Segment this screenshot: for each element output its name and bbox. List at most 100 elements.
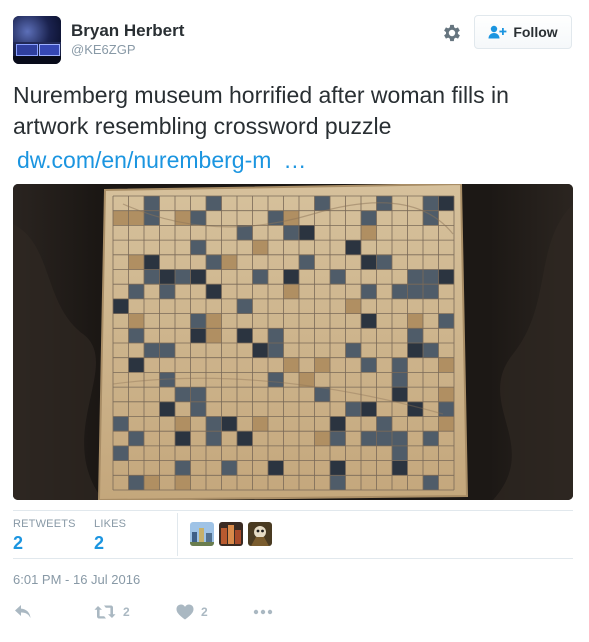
crossword-stain (221, 254, 237, 270)
avatar[interactable] (13, 16, 61, 64)
crossword-black-square (144, 269, 160, 285)
crossword-black-square (392, 387, 408, 402)
crossword-stain (438, 387, 454, 402)
crossword-black-square (206, 431, 222, 446)
crossword-black-square (237, 328, 253, 343)
follow-button[interactable]: Follow (474, 15, 572, 49)
crossword-black-square (330, 431, 346, 446)
display-name[interactable]: Bryan Herbert (71, 21, 184, 41)
tweet-link[interactable]: dw.com/en/nuremberg-m … (17, 145, 307, 176)
crossword-black-square (144, 254, 160, 270)
like-button[interactable]: 2 (176, 601, 208, 623)
crossword-stain (128, 210, 144, 226)
crossword-black-square (206, 416, 222, 432)
crossword-black-square (221, 416, 237, 432)
crossword-black-square (423, 269, 439, 285)
liker-avatar-1[interactable] (190, 522, 214, 546)
tweet-link-ellipsis: … (283, 147, 308, 173)
crossword-black-square (283, 225, 299, 241)
crossword-black-square (361, 431, 377, 446)
avatar-sign-left (16, 44, 38, 56)
crossword-black-square (128, 431, 144, 446)
crossword-black-square (376, 254, 392, 270)
retweet-icon (94, 605, 116, 619)
crossword-stain (314, 431, 330, 446)
more-button[interactable] (253, 601, 273, 623)
crossword-stain (128, 313, 144, 329)
crossword-black-square (175, 387, 191, 402)
crossword-black-square (175, 431, 191, 446)
retweets-label: RETWEETS (13, 518, 76, 530)
crossword-black-square (361, 210, 377, 226)
crossword-black-square (190, 269, 206, 285)
crossword-black-square (330, 460, 346, 476)
reply-icon (15, 605, 31, 618)
liker-avatar-2[interactable] (219, 522, 243, 546)
crossword-stain (175, 416, 191, 432)
crossword-stain (206, 328, 222, 343)
crossword-black-square (206, 284, 222, 299)
crossword-stain (314, 357, 330, 373)
crossword-black-square (283, 269, 299, 285)
crossword-black-square (423, 343, 439, 358)
crossword-black-square (113, 298, 129, 314)
crossword-black-square (423, 475, 439, 490)
crossword-black-square (345, 401, 361, 417)
avatar-sign-right (39, 44, 60, 56)
crossword-stain (206, 313, 222, 329)
crossword-black-square (376, 416, 392, 432)
crossword-black-square (392, 431, 408, 446)
more-dots-icon (253, 609, 273, 615)
user-handle[interactable]: @KE6ZGP (71, 42, 136, 57)
crossword-black-square (392, 460, 408, 476)
crossword-stain (113, 210, 129, 226)
crossword-black-square (268, 460, 284, 476)
liker-avatar-3[interactable] (248, 522, 272, 546)
crossword-black-square (361, 357, 377, 373)
heart-icon (176, 604, 194, 620)
crossword-black-square (159, 284, 175, 299)
stats-bottom-divider (13, 558, 573, 559)
tweet-text: Nuremberg museum horrified after woman f… (13, 82, 509, 139)
crossword-black-square (376, 431, 392, 446)
crossword-black-square (268, 343, 284, 358)
crossword-stain (438, 357, 454, 373)
likes-count[interactable]: 2 (94, 533, 104, 554)
crossword-black-square (128, 475, 144, 490)
crossword-stain (407, 313, 423, 329)
crossword-black-square (438, 196, 454, 211)
crossword-black-square (113, 445, 129, 461)
crossword-black-square (423, 196, 439, 211)
crossword-stain (345, 298, 361, 314)
crossword-black-square (314, 196, 330, 211)
crossword-artwork-image (13, 184, 573, 500)
likes-label: LIKES (94, 518, 127, 530)
gear-icon[interactable] (441, 22, 463, 44)
crossword-black-square (128, 328, 144, 343)
crossword-black-square (144, 343, 160, 358)
add-person-icon (488, 25, 507, 39)
reply-button[interactable] (14, 601, 32, 623)
crossword-black-square (190, 328, 206, 343)
crossword-black-square (159, 269, 175, 285)
crossword-stain (252, 416, 268, 432)
crossword-black-square (190, 240, 206, 255)
crossword-black-square (361, 401, 377, 417)
crossword-stain (144, 475, 160, 490)
tweet-link-text: dw.com/en/nuremberg-m (17, 147, 272, 173)
crossword-black-square (299, 225, 315, 241)
retweets-count[interactable]: 2 (13, 533, 23, 554)
crossword-black-square (392, 357, 408, 373)
crossword-black-square (252, 343, 268, 358)
crossword-black-square (237, 431, 253, 446)
avatar-base (13, 56, 61, 64)
tweet-media-photo[interactable] (13, 184, 573, 500)
crossword-black-square (252, 269, 268, 285)
tweet-timestamp[interactable]: 6:01 PM - 16 Jul 2016 (13, 572, 140, 587)
crossword-stain (438, 416, 454, 432)
crossword-black-square (361, 284, 377, 299)
crossword-black-square (190, 387, 206, 402)
retweet-button[interactable]: 2 (94, 601, 130, 623)
crossword-black-square (392, 445, 408, 461)
crossword-black-square (190, 313, 206, 329)
